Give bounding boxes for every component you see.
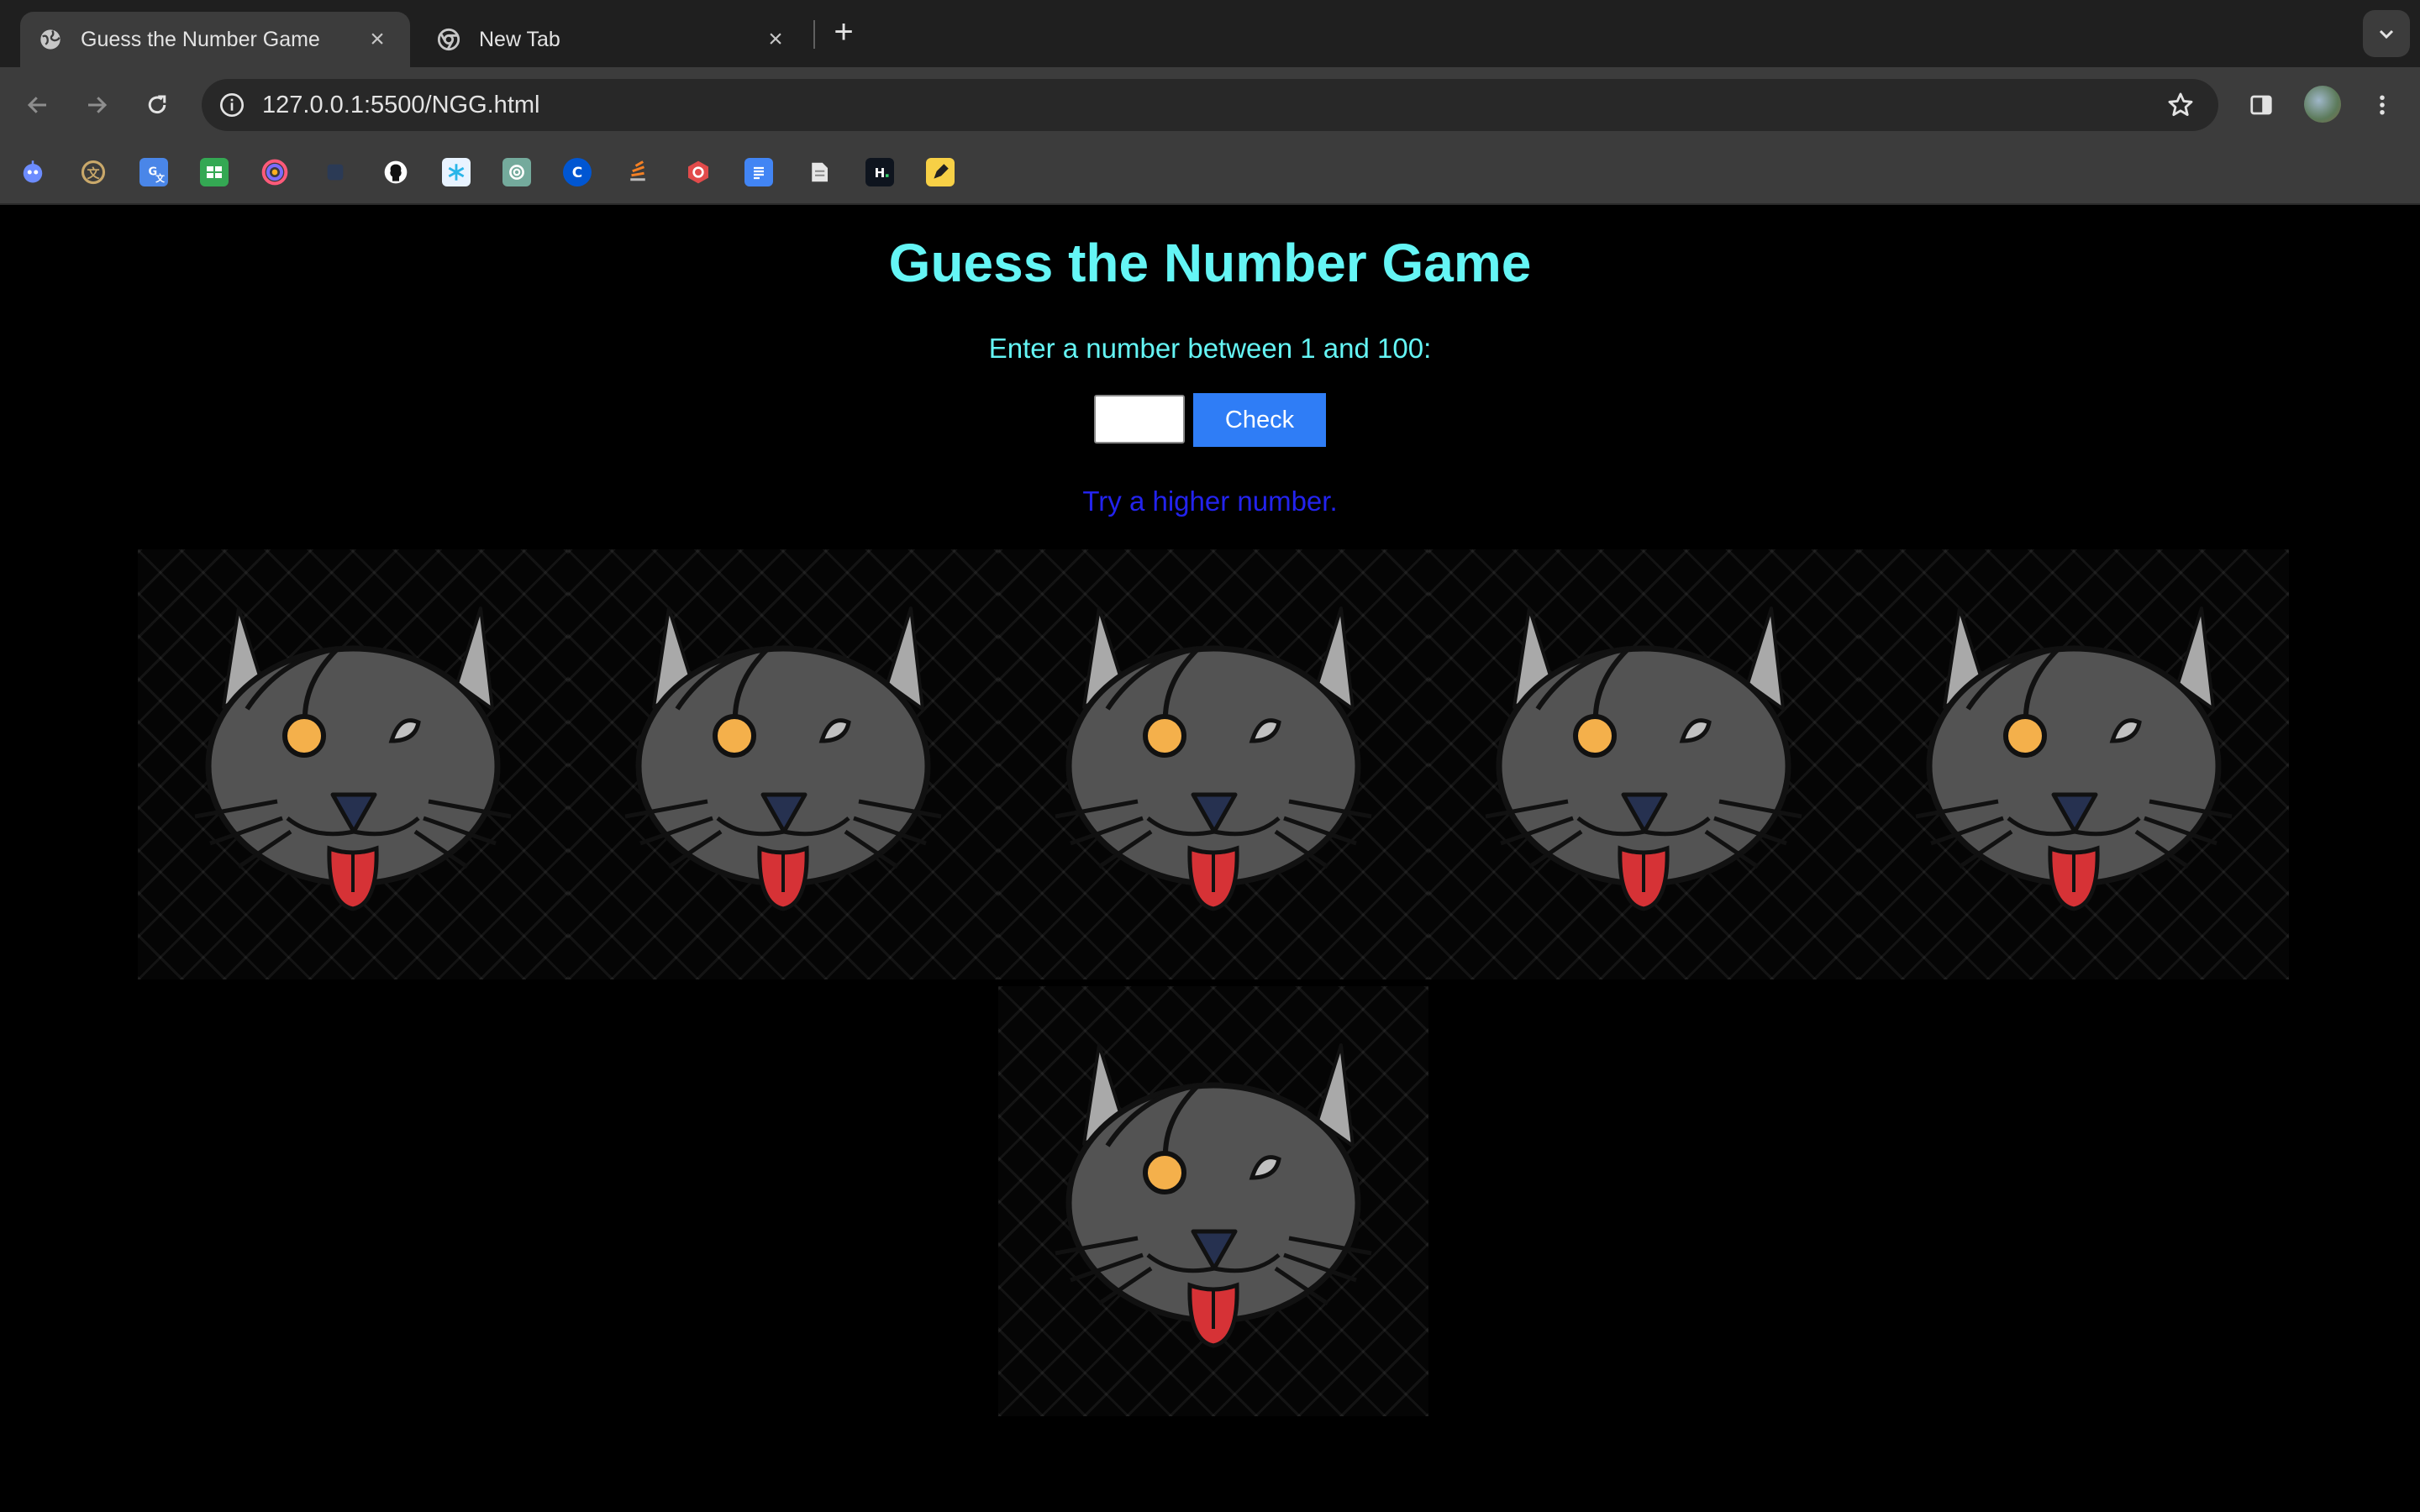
page-title: Guess the Number Game xyxy=(888,233,1532,293)
docs-icon[interactable] xyxy=(744,158,773,186)
chevron-down-icon xyxy=(2379,29,2394,39)
stack-icon[interactable] xyxy=(623,158,652,186)
close-tab-icon[interactable]: × xyxy=(363,25,392,54)
cat-face-image xyxy=(998,549,1428,979)
coursera-icon[interactable]: C xyxy=(563,158,592,186)
side-panel-button[interactable] xyxy=(2240,84,2282,126)
cat-face-image xyxy=(998,986,1428,1416)
arc-icon[interactable] xyxy=(260,158,289,186)
close-tab-icon[interactable]: × xyxy=(761,25,790,54)
globe-icon xyxy=(40,29,60,50)
snowflake-icon[interactable] xyxy=(442,158,471,186)
bookmark-star-icon[interactable] xyxy=(2161,86,2200,124)
tab-separator xyxy=(813,20,815,49)
kebab-menu-icon xyxy=(2380,95,2385,115)
arrow-left-icon xyxy=(27,97,46,113)
browser-toolbar: 127.0.0.1:5500/NGG.html xyxy=(0,67,2420,143)
cat-face-image xyxy=(138,549,568,979)
reload-button[interactable] xyxy=(136,84,178,126)
tab-title: New Tab xyxy=(479,27,560,51)
translate-icon[interactable]: 文 xyxy=(79,158,108,186)
back-button[interactable] xyxy=(17,84,59,126)
guess-input[interactable] xyxy=(1094,395,1185,444)
hackerrank-icon[interactable]: H xyxy=(865,158,894,186)
site-info-icon[interactable] xyxy=(212,85,252,125)
notes-icon[interactable] xyxy=(805,158,834,186)
svg-text:文: 文 xyxy=(87,165,100,181)
svg-text:文: 文 xyxy=(155,172,165,183)
tab-title: Guess the Number Game xyxy=(81,27,320,51)
address-bar[interactable]: 127.0.0.1:5500/NGG.html xyxy=(202,79,2218,131)
codesignal-icon[interactable] xyxy=(684,158,713,186)
tab-new-tab[interactable]: New Tab × xyxy=(418,12,808,67)
cat-face-image xyxy=(568,549,998,979)
openai-icon[interactable] xyxy=(502,158,531,186)
feedback-message: Try a higher number. xyxy=(1082,486,1338,517)
url-text: 127.0.0.1:5500/NGG.html xyxy=(262,92,540,118)
arrow-right-icon xyxy=(88,97,108,113)
guess-prompt: Enter a number between 1 and 100: xyxy=(988,333,1432,364)
cat-face-image xyxy=(1428,549,1859,979)
tab-guess-game[interactable]: Guess the Number Game × xyxy=(20,12,410,67)
google-translate-icon[interactable]: G文 xyxy=(139,158,168,186)
chrome-icon xyxy=(437,28,460,51)
check-button[interactable]: Check xyxy=(1193,393,1326,447)
cat-face-image xyxy=(1859,549,2289,979)
forward-button[interactable] xyxy=(76,84,118,126)
page-content: Guess the Number Game Enter a number bet… xyxy=(0,205,2420,1512)
tab-strip: Guess the Number Game × New Tab × + xyxy=(0,0,2420,67)
side-panel-icon xyxy=(2250,95,2272,115)
blank-icon[interactable] xyxy=(321,158,350,186)
svg-text:C: C xyxy=(572,165,582,181)
tab-search-button[interactable] xyxy=(2363,10,2410,57)
menu-button[interactable] xyxy=(2361,84,2403,126)
sheets-icon[interactable] xyxy=(200,158,229,186)
reload-icon xyxy=(148,95,166,114)
new-tab-plus-icon[interactable]: + xyxy=(827,15,860,49)
chatbot-icon[interactable] xyxy=(18,158,47,186)
pencil-icon[interactable] xyxy=(926,158,955,186)
svg-text:H: H xyxy=(875,165,886,181)
github-icon[interactable] xyxy=(381,158,410,186)
profile-avatar[interactable] xyxy=(2304,86,2341,123)
bookmarks-bar: 文 G文 C H xyxy=(0,143,2420,205)
